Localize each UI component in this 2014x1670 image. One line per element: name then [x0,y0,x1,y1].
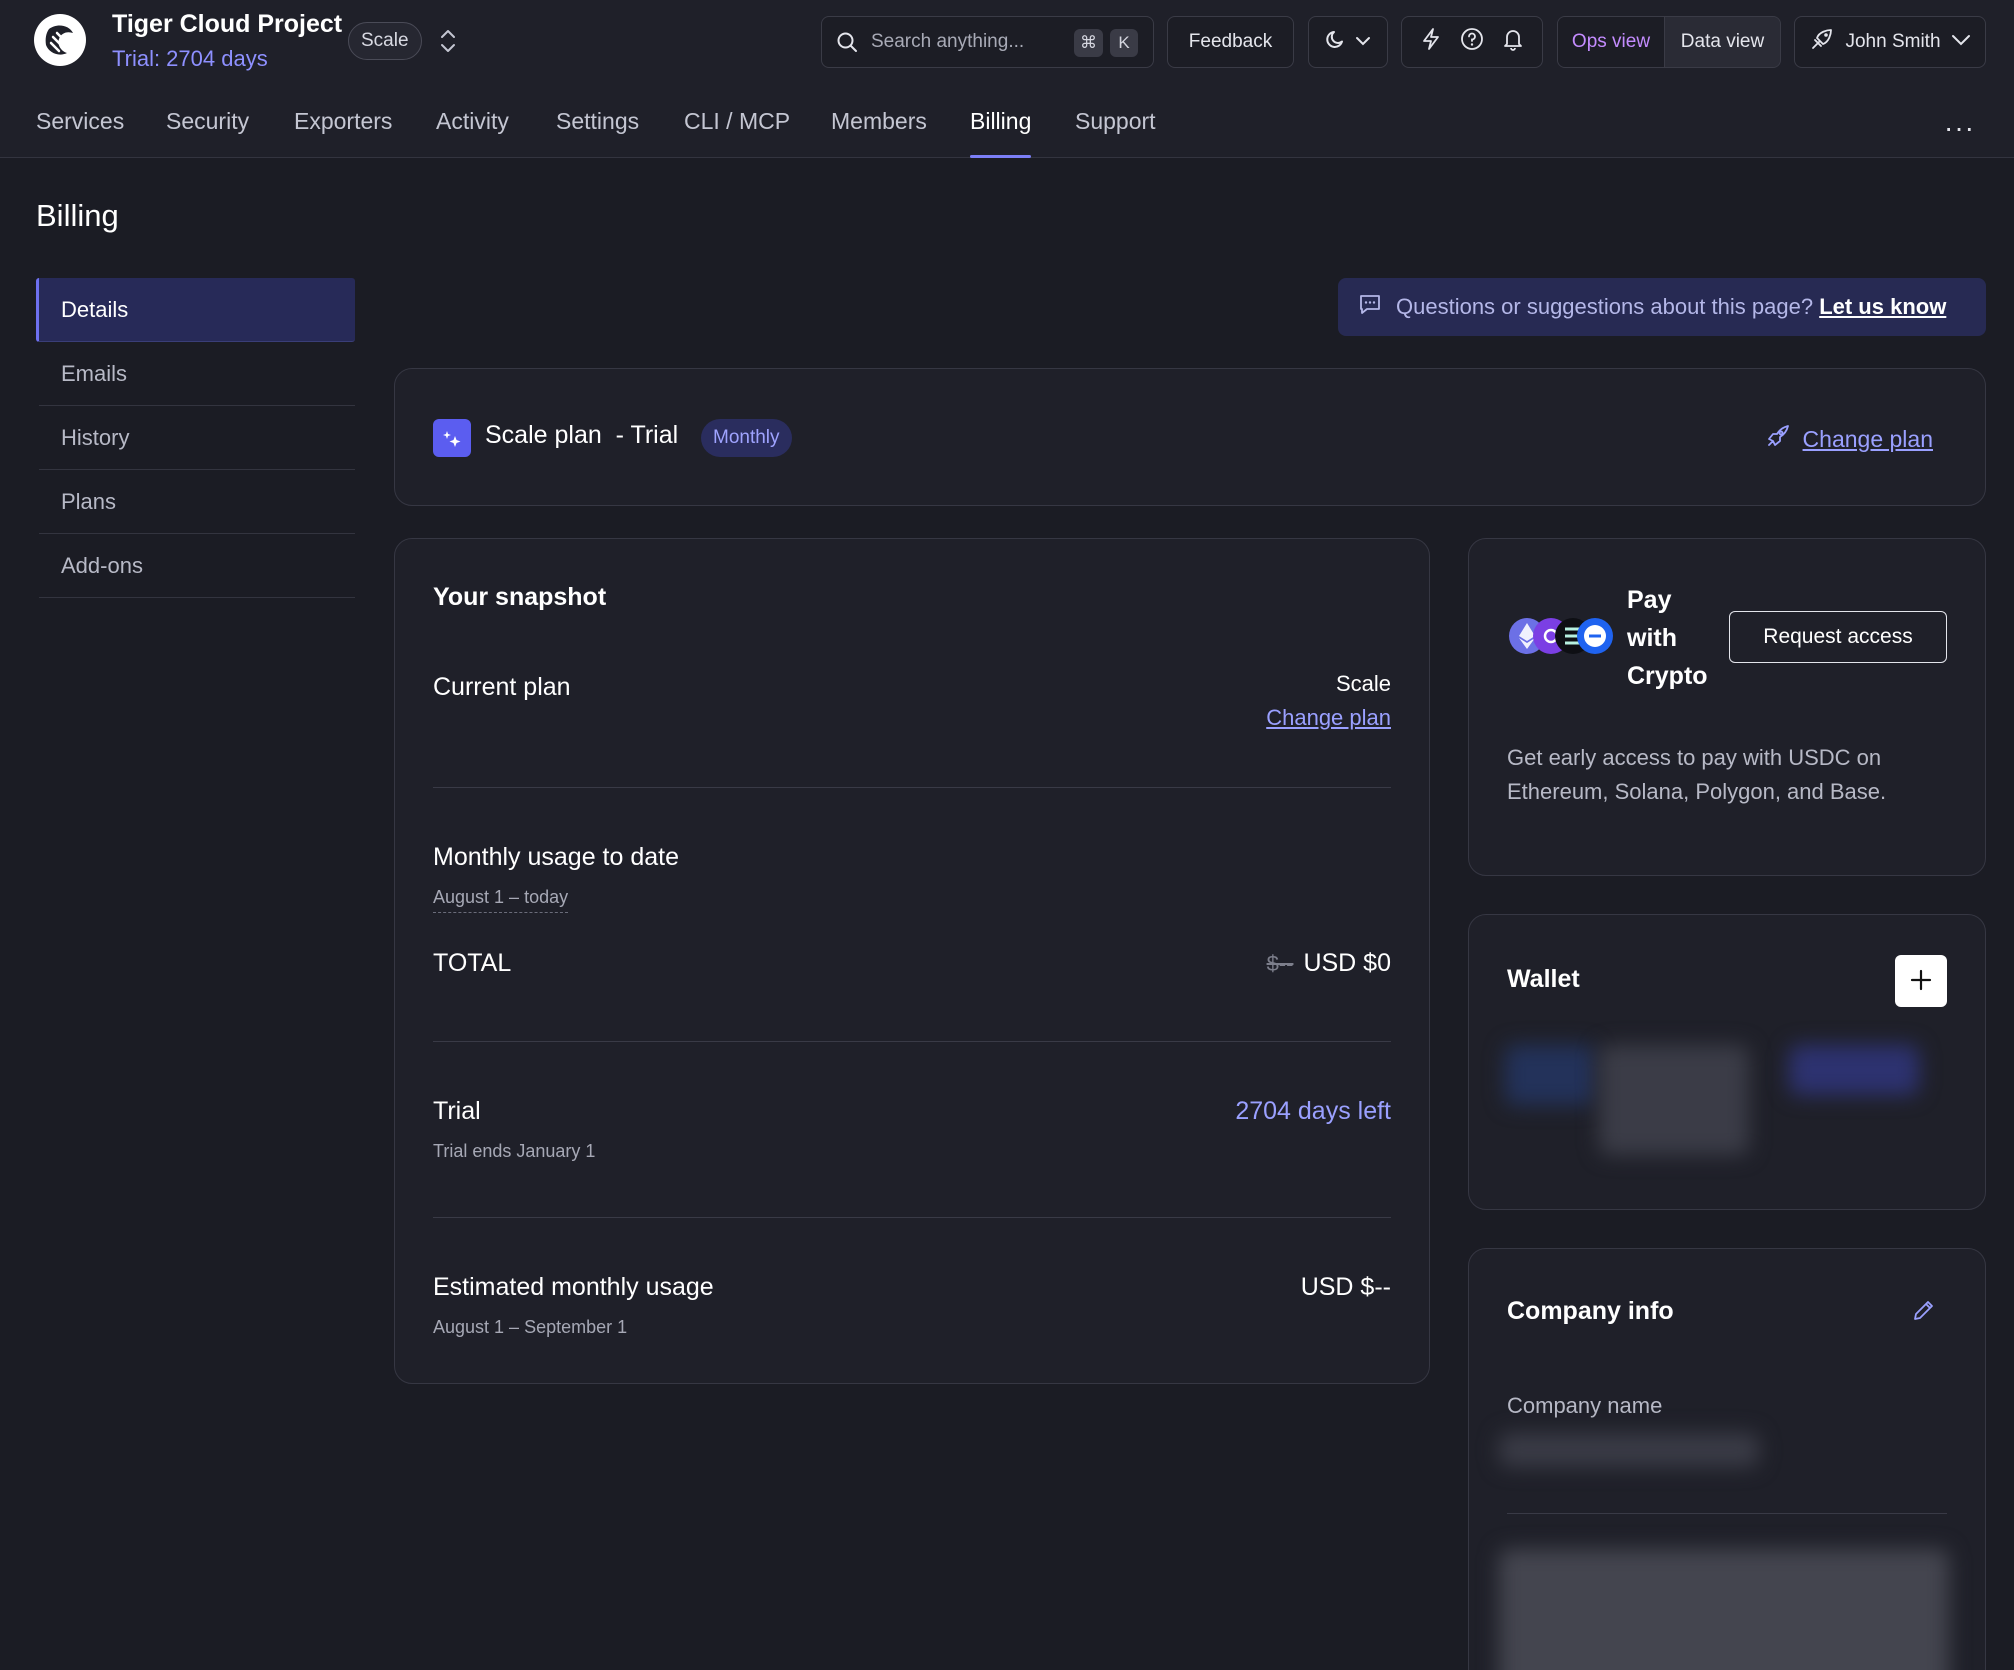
blurred-content [1599,1045,1749,1155]
user-menu[interactable]: John Smith [1794,16,1986,68]
add-wallet-button[interactable] [1895,955,1947,1007]
user-name: John Smith [1845,31,1941,52]
crypto-title-line: Crypto [1627,662,1708,690]
command-key: ⌘ [1074,29,1103,57]
tab-activity[interactable]: Activity [436,108,509,158]
crypto-logos [1507,615,1615,655]
bell-icon[interactable] [1502,27,1524,57]
tab-cli-mcp[interactable]: CLI / MCP [684,108,790,158]
trial-remaining: Trial: 2704 days [112,46,268,71]
snapshot-title: Your snapshot [433,583,607,611]
rocket-icon [1765,423,1791,455]
sidebar-item-add-ons[interactable]: Add-ons [39,534,355,598]
more-menu-icon[interactable]: ··· [1944,112,1975,144]
data-view-tab[interactable]: Data view [1665,17,1780,67]
help-icon[interactable] [1460,27,1484,57]
feedback-button[interactable]: Feedback [1167,16,1294,68]
trial-ends: Trial ends January 1 [433,1141,596,1161]
monthly-usage-label: Monthly usage to date [433,843,679,871]
crypto-title-line: with [1627,624,1677,652]
project-switcher-icon[interactable] [436,26,460,56]
monthly-usage-range[interactable]: August 1 – today [433,887,569,913]
page-title: Billing [36,198,119,233]
plan-title: Scale plan - Trial [485,421,678,450]
search-input[interactable]: Search anything... ⌘ K [821,16,1154,68]
current-plan-value: Scale [1335,671,1391,696]
wallet-title: Wallet [1507,965,1580,993]
sidebar-item-details[interactable]: Details [36,278,355,342]
change-plan-link[interactable]: Change plan [1266,705,1391,731]
tab-settings[interactable]: Settings [556,108,639,158]
wallet-card: Wallet [1468,914,1986,1210]
blurred-content [1505,1045,1595,1105]
search-placeholder: Search anything... [871,31,1025,52]
tab-billing[interactable]: Billing [970,108,1032,158]
feedback-banner: Questions or suggestions about this page… [1338,278,1986,336]
blurred-content [1499,1549,1949,1670]
sidebar-item-emails[interactable]: Emails [39,342,355,406]
k-key: K [1110,29,1138,57]
moon-icon [1325,28,1347,56]
user-avatar-icon [1809,26,1835,58]
tab-security[interactable]: Security [166,108,249,158]
crypto-title: Pay with Crypto [1627,581,1708,695]
crypto-card: Pay with Crypto Request access Get early… [1468,538,1986,876]
ops-view-tab[interactable]: Ops view [1558,17,1665,67]
plan-card: Scale plan - Trial Monthly Change plan [394,368,1986,506]
change-plan-link[interactable]: Change plan [1765,423,1933,455]
divider [433,787,1391,788]
project-name[interactable]: Tiger Cloud Project [112,10,342,39]
plus-icon [1910,969,1932,991]
blurred-company-name [1499,1433,1759,1467]
top-header: Tiger Cloud Project Trial: 2704 days Sca… [0,0,2014,158]
total-amount: $-- USD $0 [1267,949,1391,978]
search-icon [836,31,858,58]
company-info-title: Company info [1507,1297,1674,1325]
change-plan-label: Change plan [1802,425,1933,452]
view-switcher: Ops view Data view [1557,16,1781,68]
total-strike: $-- [1266,951,1294,976]
tiger-logo-icon[interactable] [34,14,86,66]
crypto-description: Get early access to pay with USDC on Eth… [1507,745,1887,804]
trial-days-left: 2704 days left [1235,1097,1391,1125]
plan-name: Scale plan [485,421,602,449]
header-icon-group [1401,16,1543,68]
sparkle-plan-icon [433,419,471,457]
request-access-button[interactable]: Request access [1729,611,1947,663]
blurred-content [1789,1045,1919,1095]
estimated-usage-value: USD $-- [1300,1273,1391,1301]
tab-exporters[interactable]: Exporters [294,108,392,158]
total-value: USD $0 [1303,949,1391,977]
tab-services[interactable]: Services [36,108,124,158]
chevron-down-icon [1951,31,1971,53]
divider [1507,1513,1947,1514]
billing-period-badge: Monthly [701,419,792,457]
chat-icon [1358,293,1382,321]
divider [433,1217,1391,1218]
edit-pencil-icon[interactable] [1911,1297,1937,1328]
billing-sidebar: Details Emails History Plans Add-ons [36,278,355,598]
plan-pill: Scale [348,22,422,60]
let-us-know-link[interactable]: Let us know [1819,294,1946,319]
tab-support[interactable]: Support [1075,108,1156,158]
sidebar-item-plans[interactable]: Plans [39,470,355,534]
divider [433,1041,1391,1042]
crypto-title-line: Pay [1627,586,1672,614]
company-name-label: Company name [1507,1393,1663,1418]
chevron-down-icon [1355,31,1371,53]
tab-members[interactable]: Members [831,108,927,158]
current-plan-label: Current plan [433,673,571,701]
trial-label: Trial [433,1097,481,1125]
sidebar-item-history[interactable]: History [39,406,355,470]
theme-toggle[interactable] [1308,16,1388,68]
snapshot-card: Your snapshot Current plan Scale Change … [394,538,1430,1384]
estimated-usage-range: August 1 – September 1 [433,1317,628,1337]
estimated-usage-label: Estimated monthly usage [433,1273,714,1301]
lightning-icon[interactable] [1420,27,1442,57]
total-label: TOTAL [433,949,512,977]
plan-suffix: - Trial [615,421,679,449]
banner-text: Questions or suggestions about this page… [1396,294,1814,319]
company-info-card: Company info Company name [1468,1248,1986,1670]
